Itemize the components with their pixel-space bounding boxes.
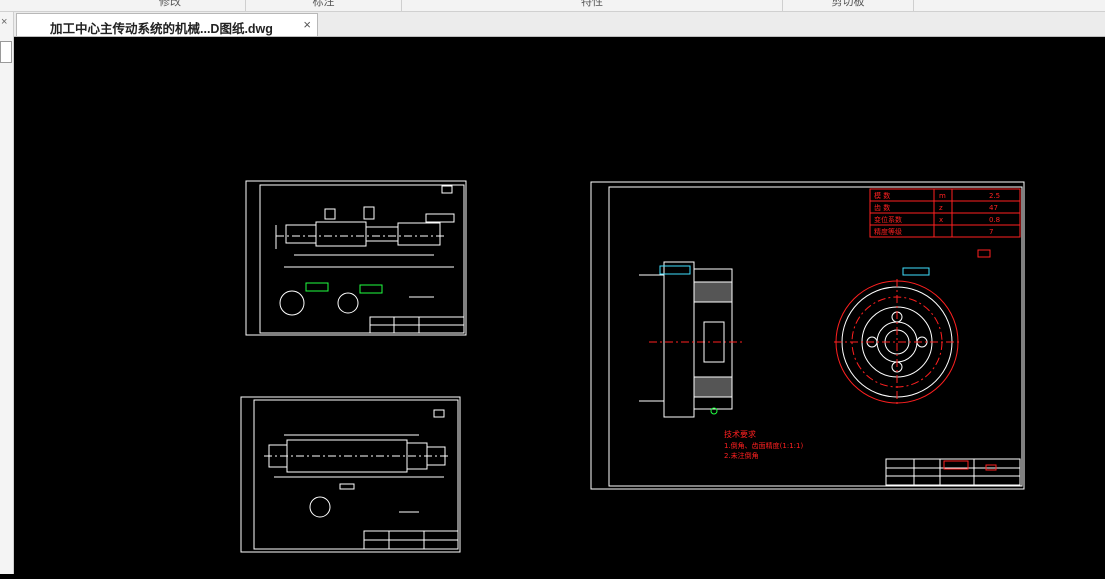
table-symbol-3: x <box>939 216 943 224</box>
document-tab-title: 加工中心主传动系统的机械...D图纸.dwg <box>50 22 273 36</box>
table-name-1: 模 数 <box>874 191 890 200</box>
table-symbol-2: z <box>939 204 943 212</box>
tech-notes-line-1: 1.倒角、齿面精度(1:1:1) <box>724 441 803 450</box>
table-value-4: 7 <box>989 228 993 236</box>
ribbon-separator <box>913 0 914 11</box>
ribbon-group-clipboard[interactable]: 剪切板 <box>783 0 913 11</box>
left-panel-strip: × <box>0 12 14 574</box>
table-name-3: 变位系数 <box>874 215 902 224</box>
sheet-shaft-1[interactable] <box>245 180 467 336</box>
table-name-4: 精度等级 <box>874 227 902 236</box>
panel-input-field[interactable] <box>0 41 12 63</box>
sheet-gear[interactable] <box>590 181 1025 490</box>
table-value-1: 2.5 <box>989 192 1000 200</box>
ribbon-group-properties[interactable]: 特性 <box>402 0 782 11</box>
cad-drawing: 模 数 m 2.5 齿 数 z 47 变位系数 x 0.8 精度等级 7 技术要… <box>240 180 1025 553</box>
table-value-3: 0.8 <box>989 216 1000 224</box>
close-tab-icon[interactable]: × <box>303 17 311 32</box>
drawing-canvas[interactable]: 模 数 m 2.5 齿 数 z 47 变位系数 x 0.8 精度等级 7 技术要… <box>14 37 1105 574</box>
panel-close-icon[interactable]: × <box>1 16 7 28</box>
document-tab-bar: 加工中心主传动系统的机械...D图纸.dwg × <box>0 12 1105 37</box>
sheet-shaft-2[interactable] <box>240 396 461 553</box>
table-value-2: 47 <box>989 204 998 212</box>
document-tab[interactable]: 加工中心主传动系统的机械...D图纸.dwg × <box>16 13 318 36</box>
tech-notes-heading: 技术要求 <box>724 429 756 439</box>
ribbon-group-modify[interactable]: 修改 <box>95 0 245 11</box>
ribbon-toolbar: 修改 标注 特性 剪切板 <box>0 0 1105 12</box>
table-symbol-1: m <box>939 192 946 200</box>
ribbon-group-annotation[interactable]: 标注 <box>246 0 401 11</box>
tech-notes-line-2: 2.未注倒角 <box>724 451 759 460</box>
table-name-2: 齿 数 <box>874 203 890 212</box>
